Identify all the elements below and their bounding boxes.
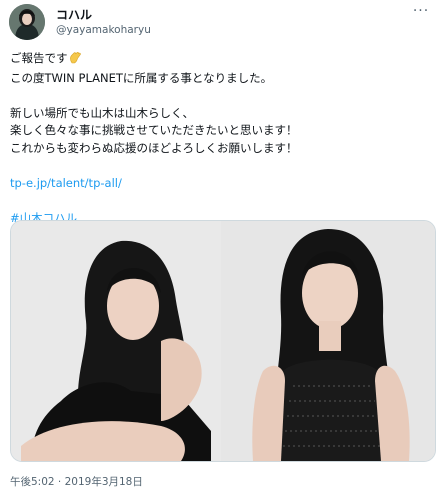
photo-1[interactable] [11, 221, 221, 461]
external-link[interactable]: tp-e.jp/talent/tp-all/ [10, 175, 435, 193]
tweet-line: この度TWIN PLANETに所属する事となりました。 [10, 70, 273, 85]
tweet-line: ご報告です [10, 50, 435, 70]
avatar[interactable] [9, 4, 45, 40]
user-handle[interactable]: @yayamakoharyu [56, 24, 151, 36]
clapping-hands-icon [69, 51, 82, 70]
media-grid [10, 220, 436, 462]
tweet-timestamp[interactable]: 午後5:02 · 2019年3月18日 [10, 474, 143, 489]
display-name[interactable]: コハル [56, 6, 92, 23]
portrait-photo-image [11, 221, 221, 461]
photo-2[interactable] [223, 221, 435, 461]
tweet-line: 新しい場所でも山木は山木らしく、 [10, 105, 194, 120]
tweet-line: これからも変わらぬ応援のほどよろしくお願いします！ [10, 140, 298, 155]
tweet-line: 楽しく色々な事に挑戦させていただきたいと思います！ [10, 123, 298, 137]
tweet-line-text: ご報告です [10, 51, 68, 65]
avatar-image [9, 4, 45, 40]
more-options-icon[interactable]: ··· [409, 3, 433, 23]
tweet-text: ご報告です この度TWIN PLANETに所属する事となりました。 新しい場所で… [10, 50, 435, 227]
portrait-photo-image [223, 221, 435, 461]
tweet-card: コハル @yayamakoharyu ··· ご報告です この度TWIN PLA… [0, 0, 443, 500]
